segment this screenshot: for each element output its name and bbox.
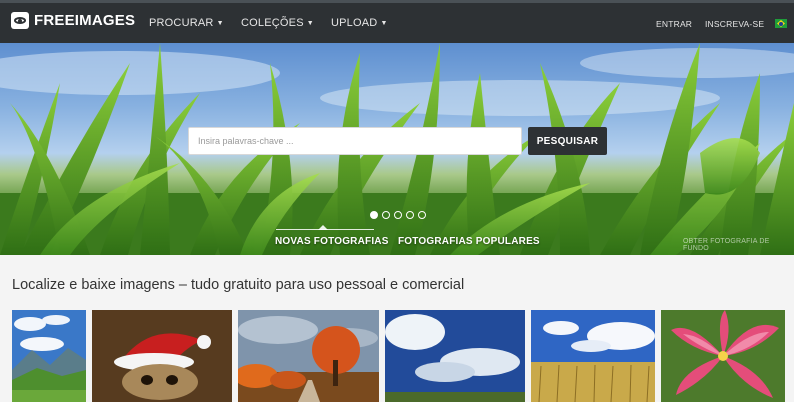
caret-down-icon: ▼ [306, 20, 314, 27]
nav-procurar[interactable]: PROCURAR ▼ [149, 17, 224, 29]
search-input[interactable] [188, 127, 522, 155]
hero-banner: PESQUISAR NOVAS FOTOGRAFIAS FOTOGRAFIAS … [0, 43, 794, 255]
tab-active-arrow [318, 225, 328, 230]
slide-dot-5[interactable] [418, 211, 426, 219]
slide-dot-2[interactable] [382, 211, 390, 219]
caret-down-icon: ▼ [380, 20, 388, 27]
search-button[interactable]: PESQUISAR [528, 127, 607, 155]
thumbnail-pink-lily[interactable] [661, 310, 785, 402]
nav-upload[interactable]: UPLOAD ▼ [331, 17, 388, 29]
signup-link[interactable]: INSCREVA-SE [705, 19, 764, 29]
thumbnail-mountain-valley[interactable] [12, 310, 86, 402]
thumbnail-autumn-tree[interactable] [238, 310, 379, 402]
thumbnail-dog-santa-hat[interactable] [92, 310, 232, 402]
nav-colecoes[interactable]: COLEÇÕES ▼ [241, 17, 314, 29]
page-headline: Localize e baixe imagens – tudo gratuito… [12, 277, 465, 293]
slide-indicators [370, 211, 426, 219]
logo[interactable]: FREEIMAGES [11, 12, 135, 29]
caret-down-icon: ▼ [216, 20, 224, 27]
slide-dot-3[interactable] [394, 211, 402, 219]
thumbnail-wheat-field[interactable] [531, 310, 655, 402]
slide-dot-1[interactable] [370, 211, 378, 219]
thumbnail-cloudy-sky[interactable] [385, 310, 525, 402]
background-credit-link[interactable]: OBTER FOTOGRAFIA DE FUNDO [683, 238, 794, 252]
logo-text: FREEIMAGES [34, 12, 136, 29]
tab-popular-photos[interactable]: FOTOGRAFIAS POPULARES [398, 236, 540, 247]
top-nav-bar: FREEIMAGES PROCURAR ▼ COLEÇÕES ▼ UPLOAD ▼ E… [0, 0, 794, 43]
tab-new-photos[interactable]: NOVAS FOTOGRAFIAS [275, 236, 389, 247]
signin-link[interactable]: ENTRAR [656, 19, 692, 29]
eye-icon [11, 12, 29, 29]
slide-dot-4[interactable] [406, 211, 414, 219]
brazil-flag-icon[interactable] [775, 19, 787, 28]
